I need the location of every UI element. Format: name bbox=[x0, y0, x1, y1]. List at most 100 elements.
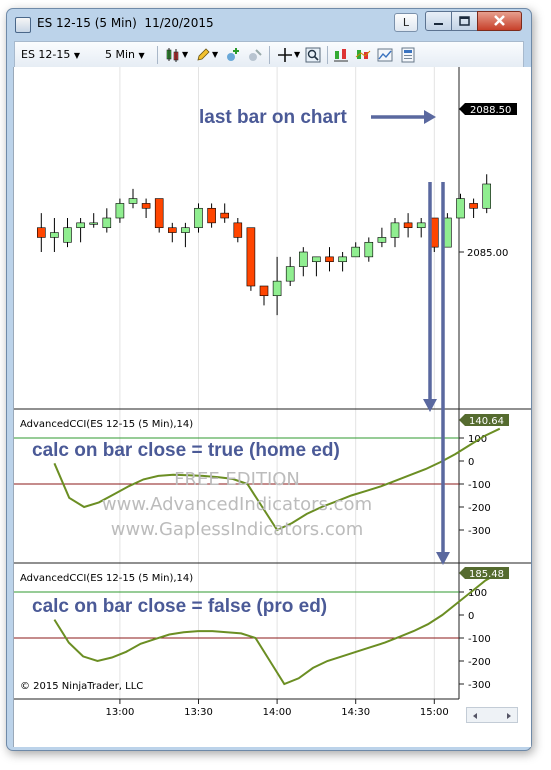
candle-body bbox=[469, 203, 478, 209]
strategy-icon[interactable] bbox=[247, 47, 263, 63]
candle-body bbox=[377, 237, 387, 243]
last-price-marker: 2088.50 bbox=[459, 103, 517, 116]
cci-home-value-marker: 140.64 bbox=[459, 414, 509, 427]
scroll-arrows-icon bbox=[473, 713, 511, 719]
pencil-icon[interactable] bbox=[195, 47, 211, 63]
time-axis-label: 14:00 bbox=[263, 707, 292, 718]
cci-axis-label: -100 bbox=[468, 480, 491, 491]
chevron-down-icon: ▼ bbox=[73, 51, 81, 60]
chevron-down-icon[interactable]: ▼ bbox=[294, 46, 300, 63]
cci-axis-label: -300 bbox=[468, 526, 491, 537]
add-indicator-icon[interactable] bbox=[225, 47, 241, 63]
candle-body bbox=[154, 198, 164, 229]
candle-body bbox=[128, 198, 138, 204]
cci-axis-label: -100 bbox=[468, 634, 491, 645]
minimize-icon bbox=[434, 23, 443, 25]
layout-button[interactable]: L bbox=[394, 13, 418, 32]
horizontal-scrollbar[interactable] bbox=[466, 707, 518, 723]
last-bar-arrow bbox=[371, 110, 436, 124]
chart-area[interactable]: 2085.00 2088.50 last bar on chart 100 0 -1… bbox=[13, 67, 531, 747]
cci-home-last-value: 140.64 bbox=[469, 416, 504, 427]
interval-label: 5 Min bbox=[105, 48, 136, 61]
cci-pro-value-marker: 185.48 bbox=[459, 567, 509, 580]
chart-canvas[interactable]: 2085.00 2088.50 last bar on chart 100 0 -1… bbox=[14, 67, 531, 747]
last-bar-annotation: last bar on chart bbox=[199, 107, 347, 128]
candle-body bbox=[141, 203, 151, 209]
time-axis-label: 13:30 bbox=[184, 707, 213, 718]
cci-axis-label: -300 bbox=[468, 680, 491, 691]
interval-selector[interactable]: 5 Min ▼ bbox=[105, 46, 145, 63]
cci-home-annotation: calc on bar close = true (home ed) bbox=[32, 440, 340, 461]
zoom-icon[interactable] bbox=[305, 47, 321, 63]
candle-body bbox=[220, 212, 229, 219]
cci-panel-pro: 100 0 -100 -200 -300 bbox=[14, 571, 501, 691]
candle-body bbox=[63, 227, 72, 243]
candle-body bbox=[233, 222, 243, 238]
chart-trader-icon[interactable] bbox=[377, 47, 393, 63]
crosshair-icon[interactable] bbox=[277, 47, 293, 63]
chevron-down-icon[interactable]: ▼ bbox=[212, 46, 218, 63]
candle-body bbox=[390, 222, 400, 238]
candle-body bbox=[351, 246, 361, 258]
chart-toolbar: ES 12-15 ▼ 5 Min ▼ ▼ ▼ ▼ bbox=[14, 41, 524, 69]
chevron-down-icon[interactable]: ▼ bbox=[182, 46, 188, 63]
last-price-label: 2088.50 bbox=[470, 105, 511, 116]
candle-body bbox=[482, 183, 492, 209]
chart-app-icon bbox=[15, 17, 31, 33]
candle-body bbox=[194, 207, 203, 229]
bar-style-icon[interactable] bbox=[165, 47, 181, 63]
candle-body bbox=[298, 251, 308, 267]
candle-body bbox=[89, 222, 98, 225]
copyright-notice: © 2015 NinjaTrader, LLC bbox=[20, 681, 143, 692]
candle-body bbox=[115, 203, 125, 219]
candle-body bbox=[36, 227, 46, 238]
cci-axis-label: 100 bbox=[468, 588, 487, 599]
candle-body bbox=[312, 256, 321, 263]
properties-icon[interactable] bbox=[400, 47, 416, 63]
candle-body bbox=[364, 241, 374, 258]
candle-body bbox=[207, 207, 216, 224]
watermark-line: FREE EDITION bbox=[174, 469, 300, 490]
candle-body bbox=[246, 227, 256, 287]
candle-body bbox=[325, 256, 334, 263]
instrument-label: ES 12-15 bbox=[21, 48, 71, 61]
candle-body bbox=[403, 222, 413, 229]
candle-body bbox=[181, 227, 190, 233]
data-series-icon[interactable] bbox=[333, 47, 349, 63]
toolbar-divider bbox=[157, 46, 158, 64]
candle-body bbox=[76, 222, 85, 229]
time-axis-label: 14:30 bbox=[341, 707, 370, 718]
cci-panel-title: AdvancedCCI(ES 12-15 (5 Min),14) bbox=[20, 573, 193, 584]
candle-body bbox=[416, 222, 426, 229]
minimize-button[interactable] bbox=[425, 11, 452, 31]
watermark-line: www.AdvancedIndicators.com bbox=[102, 494, 372, 515]
instrument-selector[interactable]: ES 12-15 ▼ bbox=[21, 46, 80, 63]
time-axis: 13:00 13:30 14:00 14:30 15:00 bbox=[105, 699, 449, 718]
cci-axis-label: -200 bbox=[468, 503, 491, 514]
price-candles bbox=[36, 174, 492, 316]
close-button[interactable] bbox=[477, 11, 522, 31]
candle-body bbox=[168, 227, 177, 233]
price-tick-2085: 2085.00 bbox=[459, 248, 508, 259]
candle-body bbox=[272, 280, 282, 297]
time-axis-label: 13:00 bbox=[105, 707, 134, 718]
title-bar[interactable]: ES 12-15 (5 Min) 11/20/2015 L bbox=[7, 9, 531, 39]
candle-body bbox=[50, 232, 59, 238]
cci-panel-title: AdvancedCCI(ES 12-15 (5 Min),14) bbox=[20, 419, 193, 430]
cci-axis-label: 0 bbox=[468, 457, 474, 468]
maximize-button[interactable] bbox=[451, 11, 478, 31]
cci-axis-label: 0 bbox=[468, 611, 474, 622]
time-axis-label: 15:00 bbox=[420, 707, 449, 718]
toolbar-divider bbox=[269, 46, 270, 64]
indicators-icon[interactable] bbox=[355, 47, 371, 63]
price-axis-label: 2085.00 bbox=[467, 248, 508, 259]
window-title: ES 12-15 (5 Min) 11/20/2015 bbox=[37, 16, 214, 30]
candle-body bbox=[456, 198, 465, 219]
close-icon bbox=[494, 15, 505, 26]
cci-axis-label: -200 bbox=[468, 657, 491, 668]
chevron-down-icon: ▼ bbox=[138, 51, 145, 60]
cci-pro-last-value: 185.48 bbox=[469, 569, 504, 580]
candle-body bbox=[102, 217, 112, 229]
cci-pro-annotation: calc on bar close = false (pro ed) bbox=[32, 596, 327, 617]
candle-body bbox=[338, 256, 347, 263]
